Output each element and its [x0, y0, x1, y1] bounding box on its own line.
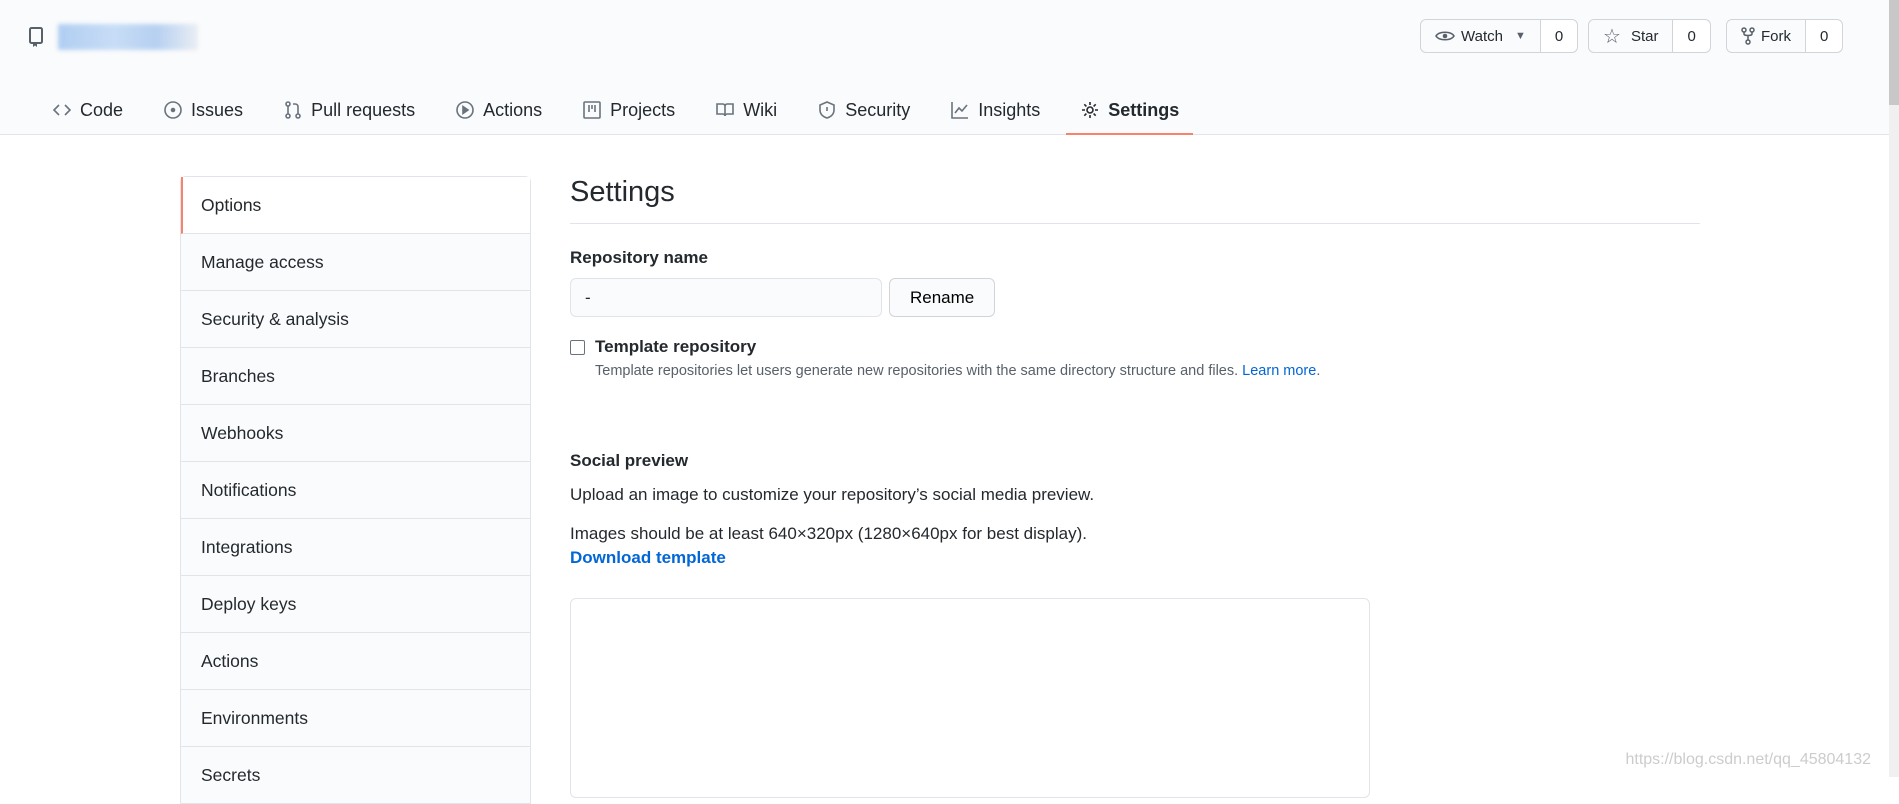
graph-icon [951, 102, 969, 119]
tab-label: Settings [1108, 99, 1180, 120]
tab-insights[interactable]: Insights [936, 86, 1054, 134]
repo-icon [29, 27, 43, 47]
template-checkbox[interactable] [570, 339, 585, 355]
fork-count[interactable]: 0 [1806, 20, 1843, 52]
pull-request-icon [285, 101, 301, 119]
issue-icon [164, 101, 182, 119]
sidebar-item-manage-access[interactable]: Manage access [181, 234, 530, 291]
sidebar-item-webhooks[interactable]: Webhooks [181, 405, 530, 462]
star-button[interactable]: ☆ Star 0 [1588, 19, 1711, 53]
tab-label: Insights [978, 99, 1041, 120]
code-icon [52, 104, 72, 116]
project-icon [583, 101, 601, 119]
tab-wiki[interactable]: Wiki [701, 86, 791, 134]
watch-label: Watch [1461, 27, 1503, 45]
repo-header: Watch ▼ 0 ☆ Star 0 Fork 0 Code Issues Pull… [0, 0, 1889, 135]
template-note: Template repositories let users generate… [595, 363, 1239, 379]
sidebar-item-actions[interactable]: Actions [181, 633, 530, 690]
sidebar-item-notifications[interactable]: Notifications [181, 462, 530, 519]
shield-icon [819, 101, 835, 119]
watermark: https://blog.csdn.net/qq_45804132 [1625, 751, 1871, 768]
book-icon [716, 103, 734, 117]
tab-label: Pull requests [311, 99, 416, 120]
tab-issues[interactable]: Issues [149, 86, 257, 134]
repo-title[interactable] [28, 24, 198, 50]
fork-button[interactable]: Fork 0 [1726, 19, 1844, 53]
tab-label: Actions [483, 99, 543, 120]
social-preview-dropzone[interactable] [570, 598, 1370, 798]
star-count[interactable]: 0 [1673, 20, 1710, 52]
tab-label: Security [845, 99, 911, 120]
sidebar-item-branches[interactable]: Branches [181, 348, 530, 405]
sidebar-item-integrations[interactable]: Integrations [181, 519, 530, 576]
learn-more-link[interactable]: Learn more [1242, 363, 1316, 379]
scrollbar-thumb[interactable] [1889, 0, 1899, 105]
tab-actions[interactable]: Actions [441, 86, 556, 134]
settings-sidebar: Options Manage access Security & analysis B… [180, 176, 531, 804]
watch-button[interactable]: Watch ▼ 0 [1420, 19, 1579, 53]
play-icon [456, 101, 474, 119]
tab-label: Issues [191, 99, 244, 120]
sidebar-item-security-analysis[interactable]: Security & analysis [181, 291, 530, 348]
sidebar-item-secrets[interactable]: Secrets [181, 747, 530, 804]
sidebar-item-options[interactable]: Options [181, 177, 530, 234]
watch-count[interactable]: 0 [1540, 20, 1578, 52]
tab-code[interactable]: Code [38, 86, 137, 134]
repo-name-label: Repository name [570, 248, 708, 267]
eye-icon [1435, 31, 1455, 41]
rename-button[interactable]: Rename [889, 278, 996, 317]
tab-projects[interactable]: Projects [568, 86, 689, 134]
star-icon: ☆ [1603, 25, 1621, 48]
fork-icon [1741, 27, 1755, 45]
tab-settings[interactable]: Settings [1066, 86, 1194, 135]
caret-down-icon: ▼ [1514, 30, 1526, 42]
repo-name-input[interactable] [570, 278, 882, 317]
sidebar-item-deploy-keys[interactable]: Deploy keys [181, 576, 530, 633]
social-preview-size: Images should be at least 640×320px (128… [570, 524, 1087, 543]
tab-label: Code [80, 99, 124, 120]
tab-pull-requests[interactable]: Pull requests [269, 86, 429, 134]
download-template-link[interactable]: Download template [570, 548, 1700, 568]
tab-label: Projects [610, 99, 676, 120]
scrollbar[interactable] [1889, 0, 1899, 777]
repo-nav: Code Issues Pull requests Actions Projec… [38, 86, 1205, 135]
settings-main: Settings Repository name Rename Template… [570, 176, 1700, 568]
page-title: Settings [570, 176, 1700, 224]
repo-name-redacted[interactable] [58, 24, 198, 50]
social-preview-title: Social preview [570, 451, 689, 470]
template-label: Template repository [595, 337, 757, 356]
gear-icon [1082, 102, 1099, 118]
sidebar-item-environments[interactable]: Environments [181, 690, 530, 747]
tab-label: Wiki [743, 99, 778, 120]
fork-label: Fork [1761, 27, 1791, 45]
social-preview-desc: Upload an image to customize your reposi… [570, 485, 1095, 504]
tab-security[interactable]: Security [803, 86, 924, 134]
star-label: Star [1630, 27, 1659, 45]
